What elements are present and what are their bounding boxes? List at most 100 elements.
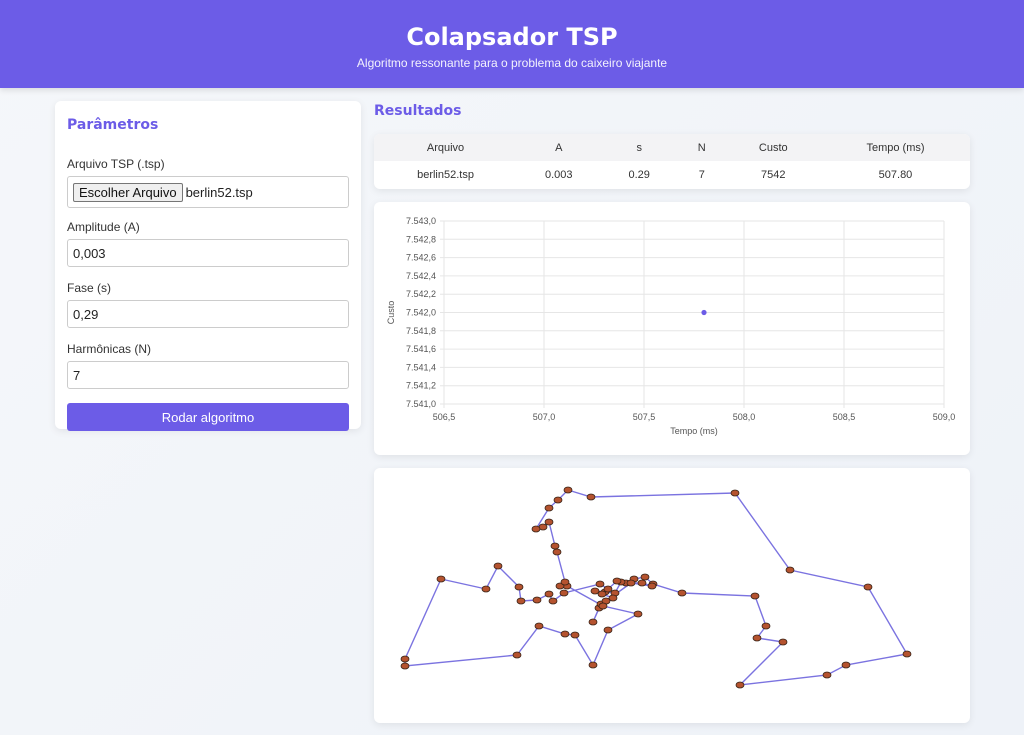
app-header: Colapsador TSP Algoritmo ressonante para… [0, 0, 1024, 88]
table-cell: 0.003 [544, 169, 573, 181]
city-marker [493, 562, 503, 570]
tour-route-plot [400, 486, 912, 689]
table-cell: 507.80 [878, 169, 913, 181]
y-tick-label: 7.541,4 [406, 362, 436, 372]
phase-input[interactable] [67, 300, 349, 328]
column-header: Tempo (ms) [866, 141, 925, 154]
city-marker [730, 489, 740, 497]
x-tick-label: 508,5 [833, 412, 856, 422]
y-tick-label: 7.541,2 [406, 381, 436, 391]
city-marker [863, 583, 873, 591]
city-marker [570, 631, 580, 639]
file-label: Arquivo TSP (.tsp) [67, 157, 165, 171]
file-input[interactable]: Escolher Arquivo berlin52.tsp [67, 176, 349, 208]
city-marker [637, 579, 647, 587]
city-marker [586, 493, 596, 501]
city-marker [633, 610, 643, 618]
x-axis-label: Tempo (ms) [670, 426, 718, 436]
city-marker [588, 618, 598, 626]
city-marker [822, 671, 832, 679]
cost-time-scatter-chart: 506,5 507,0 507,5 508,0 508,5 509,0 7.543,0 7.5… [386, 216, 956, 436]
x-tick-label: 508,0 [733, 412, 756, 422]
table-cell: 7 [698, 169, 705, 181]
y-tick-label: 7.542,6 [406, 253, 436, 263]
city-marker [778, 638, 788, 646]
column-header: A [555, 141, 563, 154]
city-marker [544, 590, 554, 598]
results-title: Resultados [374, 103, 462, 119]
amplitude-input[interactable] [67, 239, 349, 267]
cost-time-chart-card: 506,5 507,0 507,5 508,0 508,5 509,0 7.543,0 7.5… [374, 202, 970, 455]
column-header: Custo [758, 141, 788, 154]
y-tick-label: 7.542,8 [406, 234, 436, 244]
y-tick-label: 7.542,2 [406, 289, 436, 299]
table-cell: 0.29 [628, 169, 650, 181]
results-table: Arquivo A s N Custo Tempo (ms) berlin52.… [374, 134, 970, 189]
city-marker [400, 662, 410, 670]
city-marker [612, 577, 622, 585]
city-marker [516, 597, 526, 605]
app-title: Colapsador TSP [406, 23, 618, 51]
y-axis-label: Custo [386, 301, 396, 325]
table-cell: 7542 [761, 169, 786, 181]
city-marker [563, 486, 573, 494]
data-point[interactable] [701, 309, 707, 316]
city-marker [752, 634, 762, 642]
city-marker [626, 579, 636, 587]
x-tick-label: 507,5 [633, 412, 656, 422]
city-marker [560, 630, 570, 638]
city-marker [560, 578, 570, 586]
city-marker [640, 573, 650, 581]
parameters-panel: Parâmetros Arquivo TSP (.tsp) Escolher A… [55, 101, 361, 431]
city-marker [550, 542, 560, 550]
city-marker [534, 622, 544, 630]
column-header: N [697, 141, 706, 154]
choose-file-button[interactable]: Escolher Arquivo [73, 182, 183, 202]
city-marker [544, 504, 554, 512]
city-marker [514, 583, 524, 591]
city-marker [436, 575, 446, 583]
x-tick-label: 506,5 [433, 412, 456, 422]
city-marker [603, 626, 613, 634]
city-marker [598, 602, 608, 610]
amplitude-label: Amplitude (A) [67, 220, 140, 234]
city-marker [553, 496, 563, 504]
column-header: Arquivo [426, 141, 465, 154]
run-algorithm-button[interactable]: Rodar algoritmo [67, 403, 349, 431]
y-tick-label: 7.542,0 [406, 308, 436, 318]
parameters-title: Parâmetros [67, 117, 159, 133]
city-marker [750, 592, 760, 600]
y-tick-label: 7.541,8 [406, 326, 436, 336]
city-marker [512, 651, 522, 659]
city-marker [531, 525, 541, 533]
city-marker [595, 580, 605, 588]
x-tick-label: 507,0 [533, 412, 556, 422]
city-marker [841, 661, 851, 669]
table-header-row: Arquivo A s N Custo Tempo (ms) [374, 134, 970, 161]
table-cell: berlin52.tsp [417, 169, 474, 181]
y-tick-label: 7.541,0 [406, 399, 436, 409]
column-header: s [636, 141, 642, 154]
city-marker [785, 566, 795, 574]
harmonics-input[interactable] [67, 361, 349, 389]
city-marker [597, 590, 607, 598]
city-marker [603, 585, 613, 593]
y-tick-label: 7.542,4 [406, 271, 436, 281]
city-marker [544, 518, 554, 526]
city-marker [552, 548, 562, 556]
city-marker [902, 650, 912, 658]
city-marker [532, 596, 542, 604]
table-row: berlin52.tsp 0.003 0.29 7 7542 507.80 [374, 161, 970, 189]
city-marker [647, 582, 657, 590]
city-marker [588, 661, 598, 669]
city-marker [400, 655, 410, 663]
city-marker [735, 681, 745, 689]
city-marker [677, 589, 687, 597]
app-subtitle: Algoritmo ressonante para o problema do … [356, 56, 668, 70]
city-marker [548, 597, 558, 605]
y-tick-label: 7.541,6 [406, 344, 436, 354]
city-marker [761, 622, 771, 630]
results-table-card: Arquivo A s N Custo Tempo (ms) berlin52.… [374, 134, 970, 189]
x-tick-label: 509,0 [933, 412, 956, 422]
tour-visualization-card [374, 468, 970, 723]
